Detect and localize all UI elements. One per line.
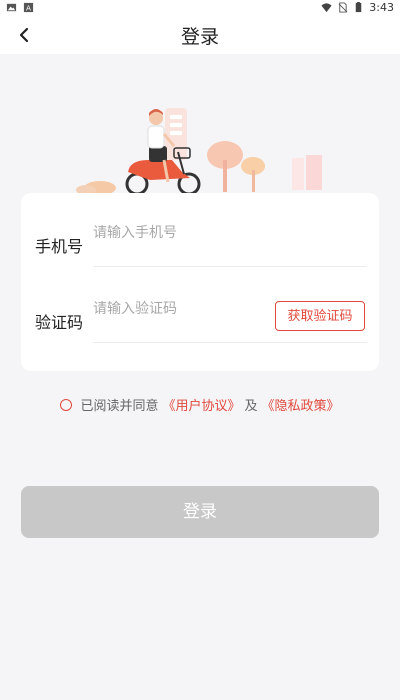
agreement-prefix: 已阅读并同意 [80, 399, 159, 414]
privacy-policy-link[interactable]: 《隐私政策》 [262, 395, 340, 414]
user-agreement-link[interactable]: 《用户协议》 [162, 395, 240, 414]
scooter-rider-illustration [76, 108, 322, 195]
divider [93, 266, 367, 267]
notification-icon: A [23, 2, 34, 12]
divider [93, 342, 367, 343]
no-sim-icon [338, 2, 348, 13]
status-time: 3:43 [369, 1, 394, 14]
top-bar: 登录 [0, 16, 400, 54]
svg-text:A: A [26, 3, 31, 12]
phone-row: 手机号 [21, 193, 379, 269]
phone-label: 手机号 [35, 237, 84, 256]
get-code-button[interactable]: 获取验证码 [275, 301, 365, 331]
code-label: 验证码 [35, 313, 84, 332]
login-form-card: 手机号 验证码 获取验证码 [21, 193, 379, 371]
status-bar: A 3:43 [0, 0, 400, 16]
login-button[interactable]: 登录 [21, 486, 379, 538]
battery-icon [356, 2, 362, 13]
phone-input[interactable] [93, 221, 263, 245]
code-input[interactable] [93, 297, 263, 321]
image-icon [6, 3, 17, 12]
agreement-and: 及 [244, 399, 258, 414]
agreement-row: 已阅读并同意 《用户协议》 及 《隐私政策》 [0, 395, 400, 414]
page-title: 登录 [180, 26, 219, 48]
wifi-icon [321, 3, 332, 13]
agreement-radio[interactable] [60, 398, 73, 411]
